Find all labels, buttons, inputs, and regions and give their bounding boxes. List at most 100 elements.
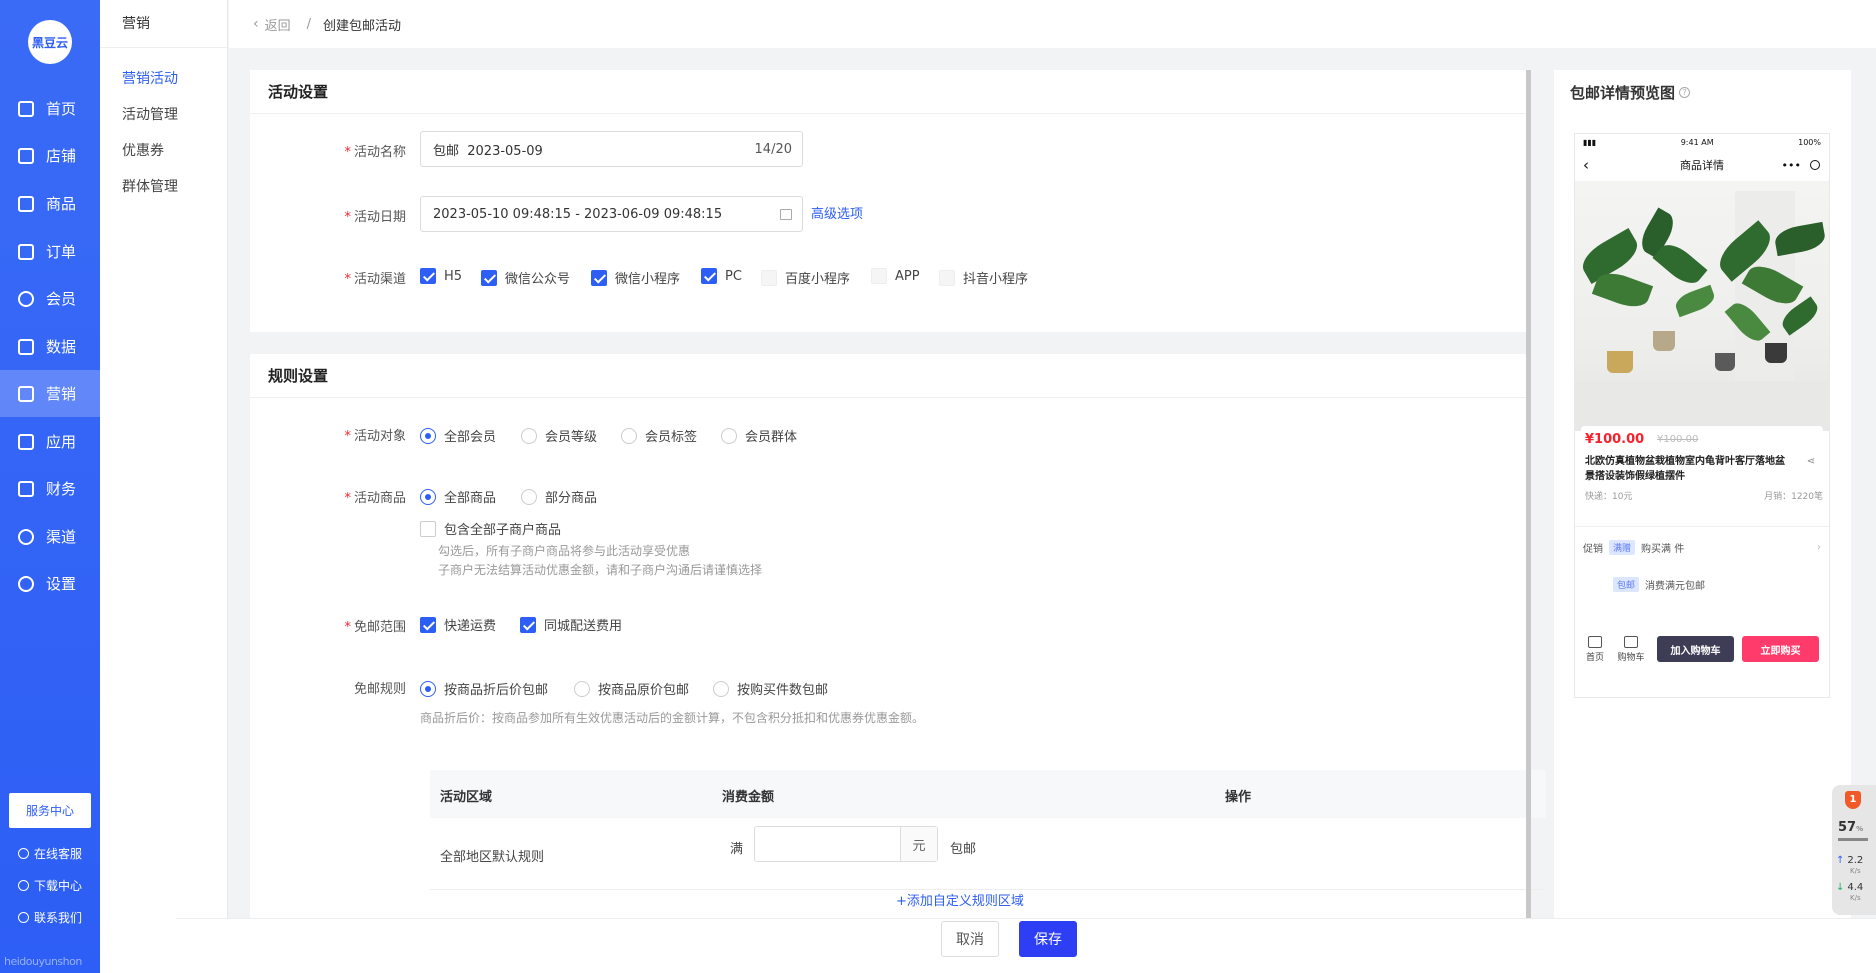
back-link[interactable]: 返回 <box>265 15 291 34</box>
cancel-button[interactable]: 取消 <box>941 921 999 957</box>
scrollbar[interactable] <box>1526 70 1531 918</box>
checkbox[interactable] <box>420 616 436 633</box>
signal-icon: ▮▮▮ <box>1583 137 1597 147</box>
contact-us-link[interactable]: 联系我们 <box>18 909 82 926</box>
activity-name-input[interactable]: 包邮 2023-05-09 14/20 <box>420 131 803 167</box>
service-center-button[interactable]: 服务中心 <box>9 793 91 828</box>
channel-checkbox-baidu[interactable]: 百度小程序 <box>761 268 850 287</box>
channel-checkbox-wechat-oa[interactable]: 微信公众号 <box>481 268 570 287</box>
phone-nav-title: 商品详情 <box>1680 159 1724 172</box>
preview-title: 包邮详情预览图 <box>1570 84 1676 102</box>
nav-data[interactable]: 数据 <box>0 323 100 370</box>
checkbox[interactable] <box>939 269 955 286</box>
sub-merchant-hint-1: 勾选后，所有子商户商品将参与此活动享受优惠 <box>438 544 691 558</box>
goods-radio-partial[interactable]: 部分商品 <box>521 487 597 506</box>
download-center-link[interactable]: 下载中心 <box>18 877 82 894</box>
brand-logo[interactable]: 黑豆云 <box>28 20 72 64</box>
amount-input[interactable]: 元 <box>754 826 938 862</box>
checkbox[interactable] <box>481 269 497 286</box>
monthly-sales: 月销：1220笔 <box>1764 492 1823 502</box>
checkbox[interactable] <box>420 520 436 537</box>
scope-checkbox-local[interactable]: 同城配送费用 <box>520 615 622 634</box>
radio[interactable] <box>713 680 729 697</box>
radio[interactable] <box>621 427 637 444</box>
sub-merchant-checkbox[interactable]: 包含全部子商户商品 <box>420 519 561 538</box>
checkbox[interactable] <box>420 268 436 284</box>
subnav-item-campaigns[interactable]: 营销活动 <box>100 61 227 97</box>
chevron-left-icon[interactable]: ‹ <box>253 16 259 32</box>
radio[interactable] <box>521 488 537 505</box>
nav-shop[interactable]: 店铺 <box>0 132 100 179</box>
date-range-picker[interactable]: 2023-05-10 09:48:15 - 2023-06-09 09:48:1… <box>420 196 803 232</box>
add-custom-rule-link[interactable]: +添加自定义规则区域 <box>896 890 1024 909</box>
side-link-label: 在线客服 <box>34 847 83 861</box>
radio[interactable] <box>721 427 737 444</box>
product-info-card: ¥100.00 ¥100.00 北欧仿真植物盆栽植物室内龟背叶客厅落地盆景搭设装… <box>1581 426 1823 516</box>
promo-row-2: 包邮 消费满元包邮 <box>1575 577 1829 592</box>
subnav-item-coupons[interactable]: 优惠券 <box>100 133 227 169</box>
subnav-item-activity-manage[interactable]: 活动管理 <box>100 97 227 133</box>
app-icon <box>18 433 34 450</box>
promo-row-1: 促销 满赠 购买满 件 › <box>1575 540 1829 555</box>
nav-app[interactable]: 应用 <box>0 418 100 465</box>
help-icon[interactable]: ? <box>1679 87 1691 98</box>
checkbox[interactable] <box>591 269 607 286</box>
phone-mockup: ▮▮▮ 9:41 AM 100% ‹ 商品详情 ••• ¥100.00 ¥100… <box>1574 133 1830 698</box>
nav-marketing[interactable]: 营销 <box>0 370 100 417</box>
subnav-title: 营销 <box>100 0 227 48</box>
nav-finance[interactable]: 财务 <box>0 465 100 512</box>
channel-checkbox-douyin[interactable]: 抖音小程序 <box>939 268 1028 287</box>
promo-tag: 包邮 <box>1613 577 1640 592</box>
rule-radio-original[interactable]: 按商品原价包邮 <box>574 679 689 698</box>
radio-label: 会员标签 <box>645 430 698 445</box>
battery-text: 100% <box>1798 137 1821 147</box>
target-radio-level[interactable]: 会员等级 <box>521 426 597 445</box>
breadcrumb: ‹ 返回 / 创建包邮活动 <box>229 0 1876 48</box>
phone-bottom-bar: 首页 购物车 加入购物车 立即购买 <box>1575 629 1829 669</box>
radio[interactable] <box>574 680 590 697</box>
scope-checkbox-express[interactable]: 快递运费 <box>420 615 496 634</box>
tag-icon <box>18 385 34 402</box>
nav-settings[interactable]: 设置 <box>0 560 100 607</box>
checkbox-label: 微信公众号 <box>505 272 571 287</box>
checkbox[interactable] <box>871 268 887 284</box>
checkbox[interactable] <box>701 268 717 284</box>
checkbox[interactable] <box>761 269 777 286</box>
advanced-options-link[interactable]: 高级选项 <box>811 203 863 222</box>
nav-order[interactable]: 订单 <box>0 228 100 275</box>
nav-member[interactable]: 会员 <box>0 275 100 322</box>
channel-checkbox-wechat-mp[interactable]: 微信小程序 <box>591 268 680 287</box>
cart-icon <box>1624 635 1638 648</box>
breadcrumb-separator: / <box>306 16 312 32</box>
target-radio-all[interactable]: 全部会员 <box>420 426 496 445</box>
goods-radio-all[interactable]: 全部商品 <box>420 487 496 506</box>
free-scope-label: * 免邮范围 <box>344 620 406 635</box>
rule-radio-quantity[interactable]: 按购买件数包邮 <box>713 679 828 698</box>
rule-table-header: 活动区域 消费金额 操作 <box>430 770 1546 818</box>
save-button[interactable]: 保存 <box>1019 921 1077 957</box>
radio[interactable] <box>521 427 537 444</box>
channel-checkbox-app[interactable]: APP <box>871 268 920 284</box>
rule-radio-discounted[interactable]: 按商品折后价包邮 <box>420 679 548 698</box>
nav-home[interactable]: 首页 <box>0 85 100 132</box>
radio[interactable] <box>420 427 436 444</box>
nav-goods[interactable]: 商品 <box>0 180 100 227</box>
finance-icon <box>18 480 34 497</box>
calendar-icon <box>780 208 792 220</box>
checkbox[interactable] <box>520 616 536 633</box>
target-radio-group[interactable]: 会员群体 <box>721 426 797 445</box>
panel-title: 活动设置 <box>250 70 1526 114</box>
subnav-item-groups[interactable]: 群体管理 <box>100 169 227 205</box>
network-monitor-widget[interactable]: 1 57% ↑ 2.2 K/s ↓ 4.4 K/s <box>1832 785 1876 915</box>
rule-hint: 商品折后价：按商品参加所有生效优惠活动后的金额计算，不包含积分抵扣和优惠券优惠金… <box>420 711 925 725</box>
radio[interactable] <box>420 680 436 697</box>
promo-tag: 满赠 <box>1609 540 1636 555</box>
target-radio-tag[interactable]: 会员标签 <box>621 426 697 445</box>
radio[interactable] <box>420 488 436 505</box>
online-service-link[interactable]: 在线客服 <box>18 845 82 862</box>
bottom-home: 首页 <box>1577 635 1613 663</box>
channel-checkbox-h5[interactable]: H5 <box>420 268 462 284</box>
checkbox-label: 微信小程序 <box>615 272 681 287</box>
nav-channel[interactable]: 渠道 <box>0 513 100 560</box>
channel-checkbox-pc[interactable]: PC <box>701 268 742 284</box>
